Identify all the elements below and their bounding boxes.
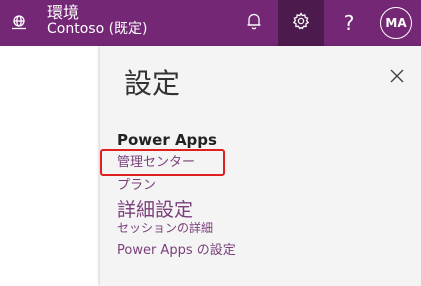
panel-title: 設定 [124, 67, 181, 100]
bell-icon [246, 12, 262, 34]
power-apps-settings-link[interactable]: Power Apps の設定 [117, 242, 236, 260]
notifications-button[interactable] [231, 0, 277, 46]
close-icon[interactable] [389, 68, 405, 84]
environment-label[interactable]: 環境 [47, 4, 79, 22]
help-button[interactable]: ? [326, 0, 372, 46]
plans-link[interactable]: プラン [117, 177, 156, 195]
settings-button[interactable] [278, 0, 324, 46]
section-heading: Power Apps [117, 131, 217, 149]
highlight-box [100, 149, 225, 176]
help-icon: ? [343, 11, 355, 35]
session-details-link[interactable]: セッションの詳細 [117, 220, 213, 236]
environment-name[interactable]: Contoso (既定) [47, 21, 148, 37]
page-background [0, 46, 100, 286]
advanced-settings-link[interactable]: 詳細設定 [117, 198, 193, 222]
avatar[interactable]: MA [380, 7, 412, 39]
gear-icon [292, 12, 310, 34]
environment-icon[interactable] [10, 13, 28, 31]
top-bar: 環境 Contoso (既定) ? MA [0, 0, 421, 46]
